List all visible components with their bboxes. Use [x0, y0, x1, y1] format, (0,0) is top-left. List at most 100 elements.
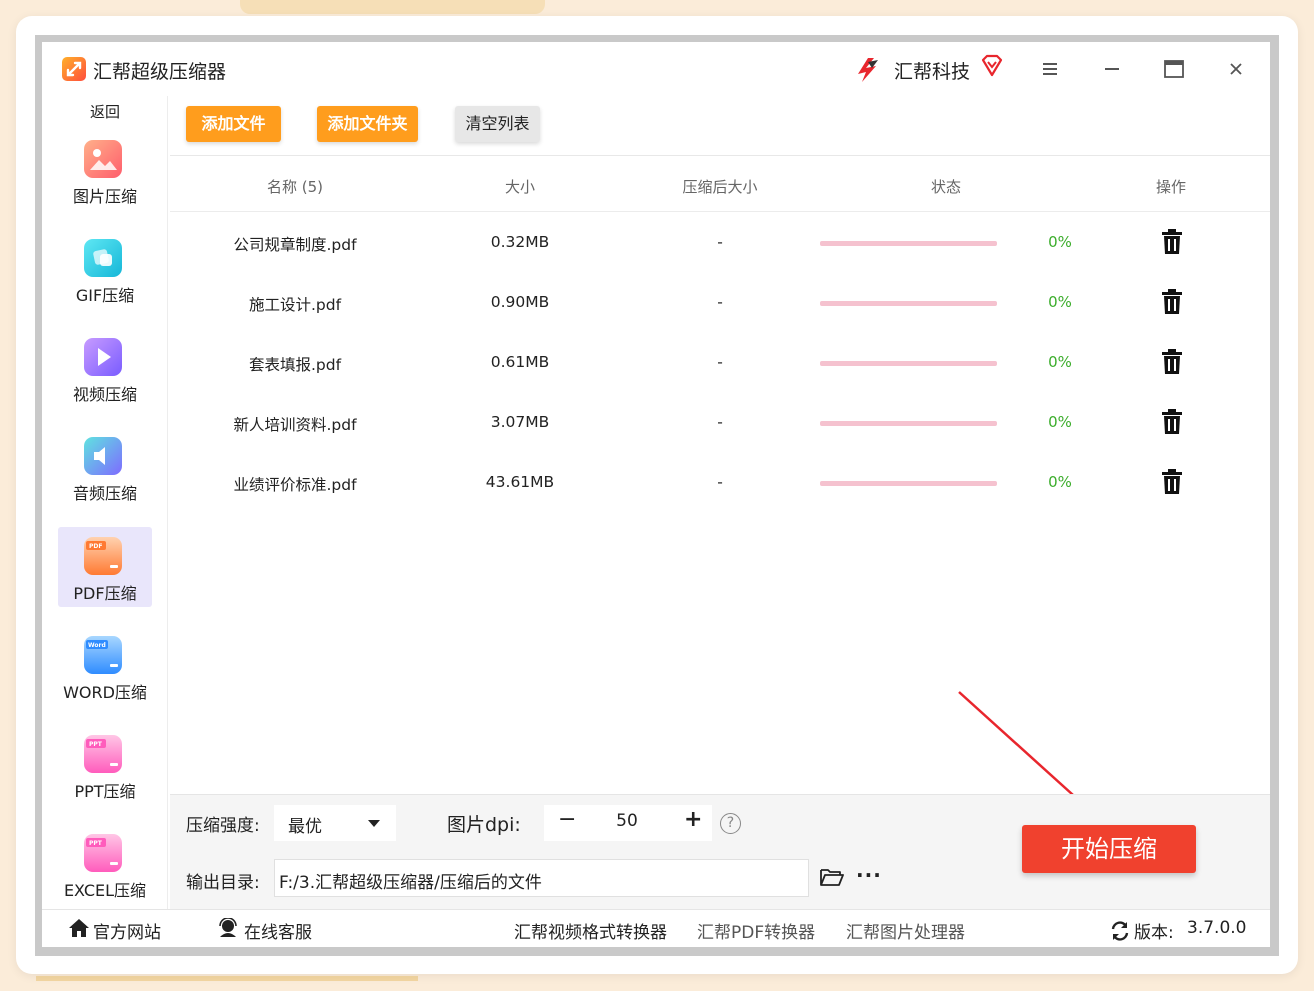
pdf-icon: PDF	[84, 537, 122, 575]
progress-bar	[820, 481, 997, 486]
dpi-decrement-button[interactable]: −	[558, 807, 576, 832]
app-logo-icon	[62, 57, 86, 81]
compressed-size: -	[717, 473, 723, 491]
help-icon[interactable]: ?	[720, 813, 741, 834]
chevron-down-icon	[368, 820, 380, 827]
table-row[interactable]: 套表填报.pdf 0.61MB - 0%	[170, 333, 1270, 393]
sidebar-item-gif[interactable]: GIF压缩	[58, 229, 152, 309]
excel-icon: PPT	[84, 834, 122, 872]
app-title: 汇帮超级压缩器	[93, 61, 227, 83]
clear-list-button[interactable]: 清空列表	[455, 106, 540, 142]
folder-open-icon[interactable]	[820, 867, 844, 891]
ppt-icon: PPT	[84, 735, 122, 773]
sidebar-item-label: GIF压缩	[75, 286, 135, 305]
sidebar-item-audio[interactable]: 音频压缩	[58, 427, 152, 507]
official-website-link[interactable]: 官方网站	[93, 918, 161, 943]
sidebar-item-ppt[interactable]: PPT PPT压缩	[58, 725, 152, 805]
sidebar-item-word[interactable]: Word WORD压缩	[58, 626, 152, 706]
file-name: 新人培训资料.pdf	[233, 416, 357, 434]
maximize-icon[interactable]	[1161, 56, 1187, 82]
word-icon: Word	[84, 636, 122, 674]
table-row[interactable]: 公司规章制度.pdf 0.32MB - 0%	[170, 213, 1270, 273]
sidebar-item-label: 音频压缩	[72, 484, 137, 503]
output-path-field[interactable]: F:/3.汇帮超级压缩器/压缩后的文件	[274, 859, 809, 897]
file-name: 公司规章制度.pdf	[233, 236, 357, 254]
sidebar-item-image[interactable]: 图片压缩	[58, 130, 152, 210]
delete-icon[interactable]	[1160, 229, 1184, 259]
file-name: 施工设计.pdf	[248, 296, 342, 314]
home-icon[interactable]	[68, 918, 90, 942]
back-button[interactable]: 返回	[42, 101, 168, 122]
sidebar-item-excel[interactable]: PPT EXCEL压缩	[58, 824, 152, 904]
file-size: 0.90MB	[490, 293, 550, 311]
add-file-button[interactable]: 添加文件	[186, 106, 281, 142]
sidebar: 返回 图片压缩 GIF压缩 视频压缩 音频压缩 PDF PDF压缩 Word W…	[42, 96, 168, 909]
title-bar: 汇帮超级压缩器 汇帮科技	[42, 42, 1270, 96]
dpi-increment-button[interactable]: +	[684, 807, 702, 832]
compressed-size: -	[717, 233, 723, 251]
progress-percent: 0%	[1048, 413, 1072, 431]
brand-logo-icon	[854, 54, 884, 88]
file-size: 43.61MB	[485, 473, 555, 491]
delete-icon[interactable]	[1160, 289, 1184, 319]
more-options-button[interactable]: ···	[856, 863, 882, 887]
table-row[interactable]: 施工设计.pdf 0.90MB - 0%	[170, 273, 1270, 333]
brand-name: 汇帮科技	[894, 61, 971, 83]
version-value: 3.7.0.0	[1187, 918, 1247, 938]
file-table: 名称 (5) 大小 压缩后大小 状态 操作 公司规章制度.pdf 0.32MB …	[170, 155, 1270, 797]
strength-select[interactable]: 最优	[274, 805, 396, 841]
file-size: 3.07MB	[490, 413, 550, 431]
video-converter-link[interactable]: 汇帮视频格式转换器	[514, 918, 667, 943]
file-size: 0.61MB	[490, 353, 550, 371]
support-agent-icon[interactable]	[217, 917, 239, 942]
strength-value: 最优	[288, 817, 322, 837]
delete-icon[interactable]	[1160, 469, 1184, 499]
compressed-size: -	[717, 293, 723, 311]
column-name: 名称 (5)	[266, 178, 324, 196]
svg-text:PDF: PDF	[89, 543, 102, 550]
dpi-label: 图片dpi:	[447, 814, 521, 836]
dpi-value[interactable]: 50	[584, 811, 670, 831]
output-path-value: F:/3.汇帮超级压缩器/压缩后的文件	[279, 873, 542, 893]
pdf-converter-link[interactable]: 汇帮PDF转换器	[697, 918, 815, 943]
dpi-stepper: − 50 +	[544, 805, 712, 841]
menu-icon[interactable]	[1037, 56, 1063, 82]
progress-bar	[820, 421, 997, 426]
close-icon[interactable]	[1223, 56, 1249, 82]
output-label: 输出目录:	[186, 873, 260, 893]
column-action: 操作	[1155, 178, 1186, 196]
svg-text:Word: Word	[88, 642, 106, 649]
image-processor-link[interactable]: 汇帮图片处理器	[846, 918, 965, 943]
progress-percent: 0%	[1048, 233, 1072, 251]
file-size: 0.32MB	[490, 233, 550, 251]
sidebar-item-label: WORD压缩	[63, 683, 147, 702]
vip-diamond-icon[interactable]	[980, 54, 1004, 82]
column-compressed-size: 压缩后大小	[682, 178, 758, 196]
table-header: 名称 (5) 大小 压缩后大小 状态 操作	[170, 156, 1270, 212]
sidebar-item-label: 视频压缩	[72, 385, 137, 404]
refresh-icon[interactable]	[1109, 920, 1131, 946]
progress-bar	[820, 361, 997, 366]
progress-percent: 0%	[1048, 353, 1072, 371]
file-name: 业绩评价标准.pdf	[233, 476, 357, 494]
table-row[interactable]: 业绩评价标准.pdf 43.61MB - 0%	[170, 453, 1270, 513]
app-window: 汇帮超级压缩器 汇帮科技 返回 图片压缩 GIF压缩 视频压缩 音频压缩 PDF…	[42, 42, 1270, 947]
online-support-link[interactable]: 在线客服	[244, 918, 312, 943]
sidebar-item-label: PPT压缩	[74, 782, 136, 801]
minimize-icon[interactable]	[1099, 56, 1125, 82]
sidebar-item-pdf[interactable]: PDF PDF压缩	[58, 527, 152, 607]
add-folder-button[interactable]: 添加文件夹	[317, 106, 418, 142]
delete-icon[interactable]	[1160, 409, 1184, 439]
sidebar-item-label: EXCEL压缩	[63, 881, 147, 900]
svg-text:PPT: PPT	[89, 840, 103, 847]
footer: 官方网站 在线客服 汇帮视频格式转换器 汇帮PDF转换器 汇帮图片处理器 版本:…	[42, 909, 1270, 947]
video-icon	[84, 338, 122, 376]
table-row[interactable]: 新人培训资料.pdf 3.07MB - 0%	[170, 393, 1270, 453]
sidebar-item-video[interactable]: 视频压缩	[58, 328, 152, 408]
sidebar-item-label: PDF压缩	[73, 584, 137, 603]
delete-icon[interactable]	[1160, 349, 1184, 379]
version-label: 版本:	[1134, 923, 1174, 943]
start-compress-button[interactable]: 开始压缩	[1022, 825, 1196, 873]
progress-bar	[820, 241, 997, 246]
file-name: 套表填报.pdf	[248, 356, 342, 374]
